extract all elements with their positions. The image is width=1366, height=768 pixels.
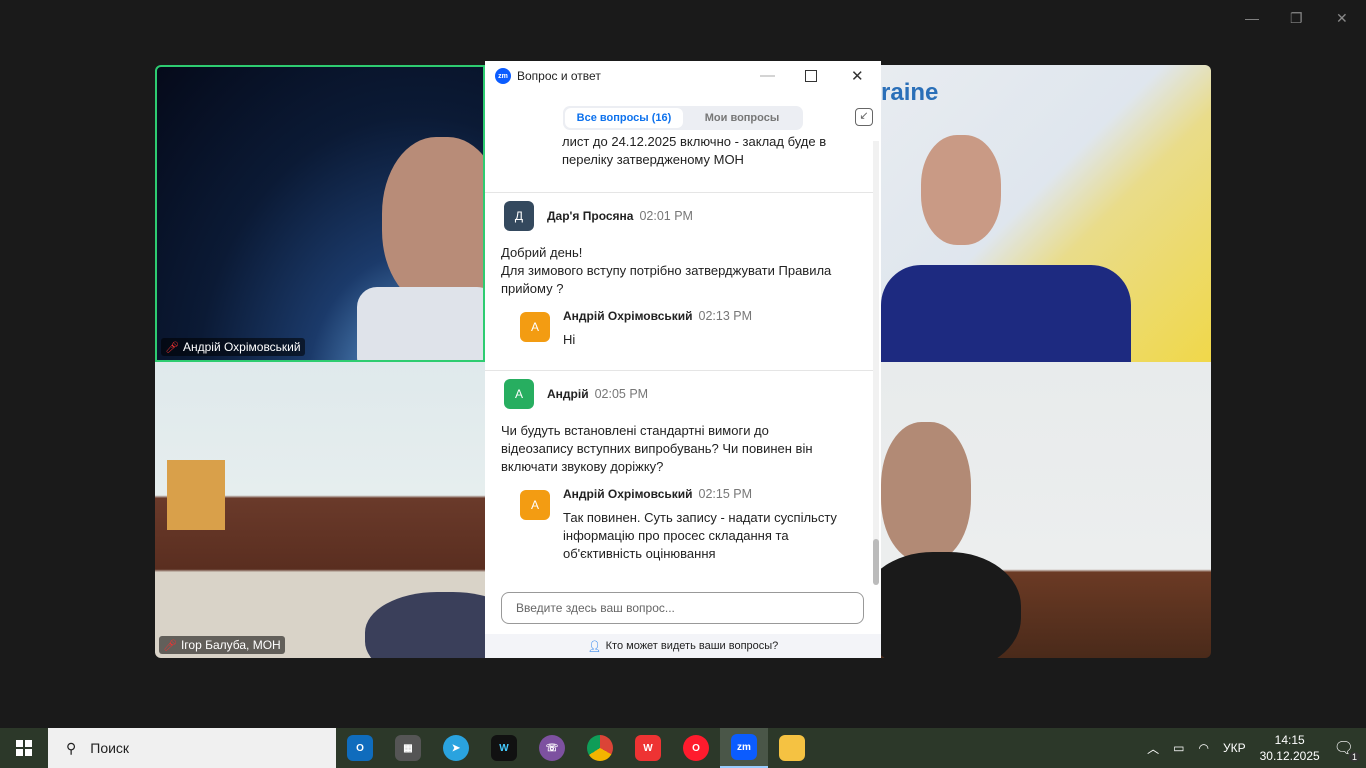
- previous-answer-text: лист до 24.12.2025 включно - заклад буде…: [562, 135, 827, 167]
- video-tile-3[interactable]: raine: [881, 65, 1211, 362]
- system-tray: ︿ ▭ ◠ УКР 14:15 30.12.2025 🗨︎ 1: [1147, 728, 1366, 768]
- qa-window: zm Вопрос и ответ — ✕ Все вопросы (16) М…: [485, 61, 881, 658]
- popout-icon[interactable]: ↙: [855, 108, 873, 126]
- minimize-button[interactable]: —: [1245, 10, 1259, 26]
- answer-time: 02:13 PM: [698, 309, 753, 323]
- qa-maximize-button[interactable]: [805, 70, 817, 82]
- qa-minimize-button[interactable]: —: [760, 67, 775, 84]
- user-icon: 👤︎: [587, 640, 602, 653]
- muted-mic-icon: 🎤︎: [165, 341, 179, 354]
- windows-start-icon[interactable]: [0, 740, 48, 756]
- restore-button[interactable]: ❐: [1290, 10, 1303, 27]
- qa-titlebar: zm Вопрос и ответ: [485, 61, 881, 91]
- video-tile-4[interactable]: [881, 362, 1211, 658]
- close-button[interactable]: ✕: [1336, 10, 1348, 27]
- file-explorer-icon[interactable]: [768, 728, 816, 768]
- opera-icon[interactable]: O: [672, 728, 720, 768]
- answer-text: Ні: [563, 332, 576, 347]
- question-time: 02:05 PM: [594, 387, 649, 401]
- qa-tabs: Все вопросы (16) Мои вопросы: [563, 106, 803, 130]
- answer-time: 02:15 PM: [698, 487, 753, 501]
- taskbar: ⚲ Поиск O ▦ ➤ W ☏ W O zm ︿ ▭ ◠ УКР 14:15 3…: [0, 728, 1366, 768]
- scrollbar-thumb[interactable]: [873, 539, 879, 585]
- wondershare-icon[interactable]: W: [480, 728, 528, 768]
- viber-icon[interactable]: ☏: [528, 728, 576, 768]
- scrollbar-track[interactable]: [873, 141, 879, 581]
- notifications-icon[interactable]: 🗨︎ 1: [1334, 738, 1360, 762]
- chrome-icon[interactable]: [576, 728, 624, 768]
- questions-list: лист до 24.12.2025 включно - заклад буде…: [485, 135, 873, 585]
- avatar: А: [504, 379, 534, 409]
- telegram-icon[interactable]: ➤: [432, 728, 480, 768]
- participant-name-tag: 🎤︎ Ігор Балуба, МОН: [159, 636, 285, 654]
- qa-close-button[interactable]: ✕: [851, 67, 864, 85]
- zoom-logo-icon: zm: [495, 68, 511, 84]
- participant-name-tag: 🎤︎ Андрій Охрімовський: [161, 338, 305, 356]
- wifi-icon[interactable]: ◠: [1199, 741, 1209, 755]
- language-indicator[interactable]: УКР: [1223, 741, 1246, 755]
- battery-icon[interactable]: ▭: [1173, 741, 1184, 755]
- wps-icon[interactable]: W: [624, 728, 672, 768]
- banner-text: raine: [881, 79, 939, 106]
- taskbar-search[interactable]: ⚲ Поиск: [48, 728, 336, 768]
- avatar: Д: [504, 201, 534, 231]
- store-icon[interactable]: ▦: [384, 728, 432, 768]
- avatar: А: [520, 312, 550, 342]
- visibility-info-link[interactable]: 👤︎ Кто может видеть ваши вопросы?: [485, 634, 881, 658]
- clock[interactable]: 14:15 30.12.2025: [1260, 732, 1320, 764]
- video-tile-1[interactable]: 🎤︎ Андрій Охрімовський: [155, 65, 485, 362]
- muted-mic-icon: 🎤︎: [163, 639, 177, 652]
- question-input[interactable]: Введите здесь ваш вопрос...: [501, 592, 864, 624]
- question-text: Чи будуть встановлені стандартні вимоги …: [501, 423, 813, 474]
- zoom-taskbar-icon[interactable]: zm: [720, 728, 768, 768]
- chevron-up-icon[interactable]: ︿: [1147, 740, 1159, 757]
- question-author: Андрій: [547, 387, 589, 401]
- search-icon: ⚲: [66, 739, 77, 756]
- outlook-icon[interactable]: O: [336, 728, 384, 768]
- avatar: А: [520, 490, 550, 520]
- tab-my-questions[interactable]: Мои вопросы: [683, 108, 801, 128]
- answer-text: Так повинен. Суть запису - надати суспіл…: [563, 510, 837, 561]
- question-text: Добрий день! Для зимового вступу потрібно…: [501, 245, 832, 296]
- answer-author: Андрій Охрімовський: [563, 487, 693, 501]
- tab-all-questions[interactable]: Все вопросы (16): [565, 108, 683, 128]
- answer-author: Андрій Охрімовський: [563, 309, 693, 323]
- qa-title: Вопрос и ответ: [517, 69, 601, 83]
- question-author: Дар'я Просяна: [547, 209, 634, 223]
- question-time: 02:01 PM: [639, 209, 693, 223]
- video-tile-2[interactable]: 🎤︎ Ігор Балуба, МОН: [155, 362, 485, 658]
